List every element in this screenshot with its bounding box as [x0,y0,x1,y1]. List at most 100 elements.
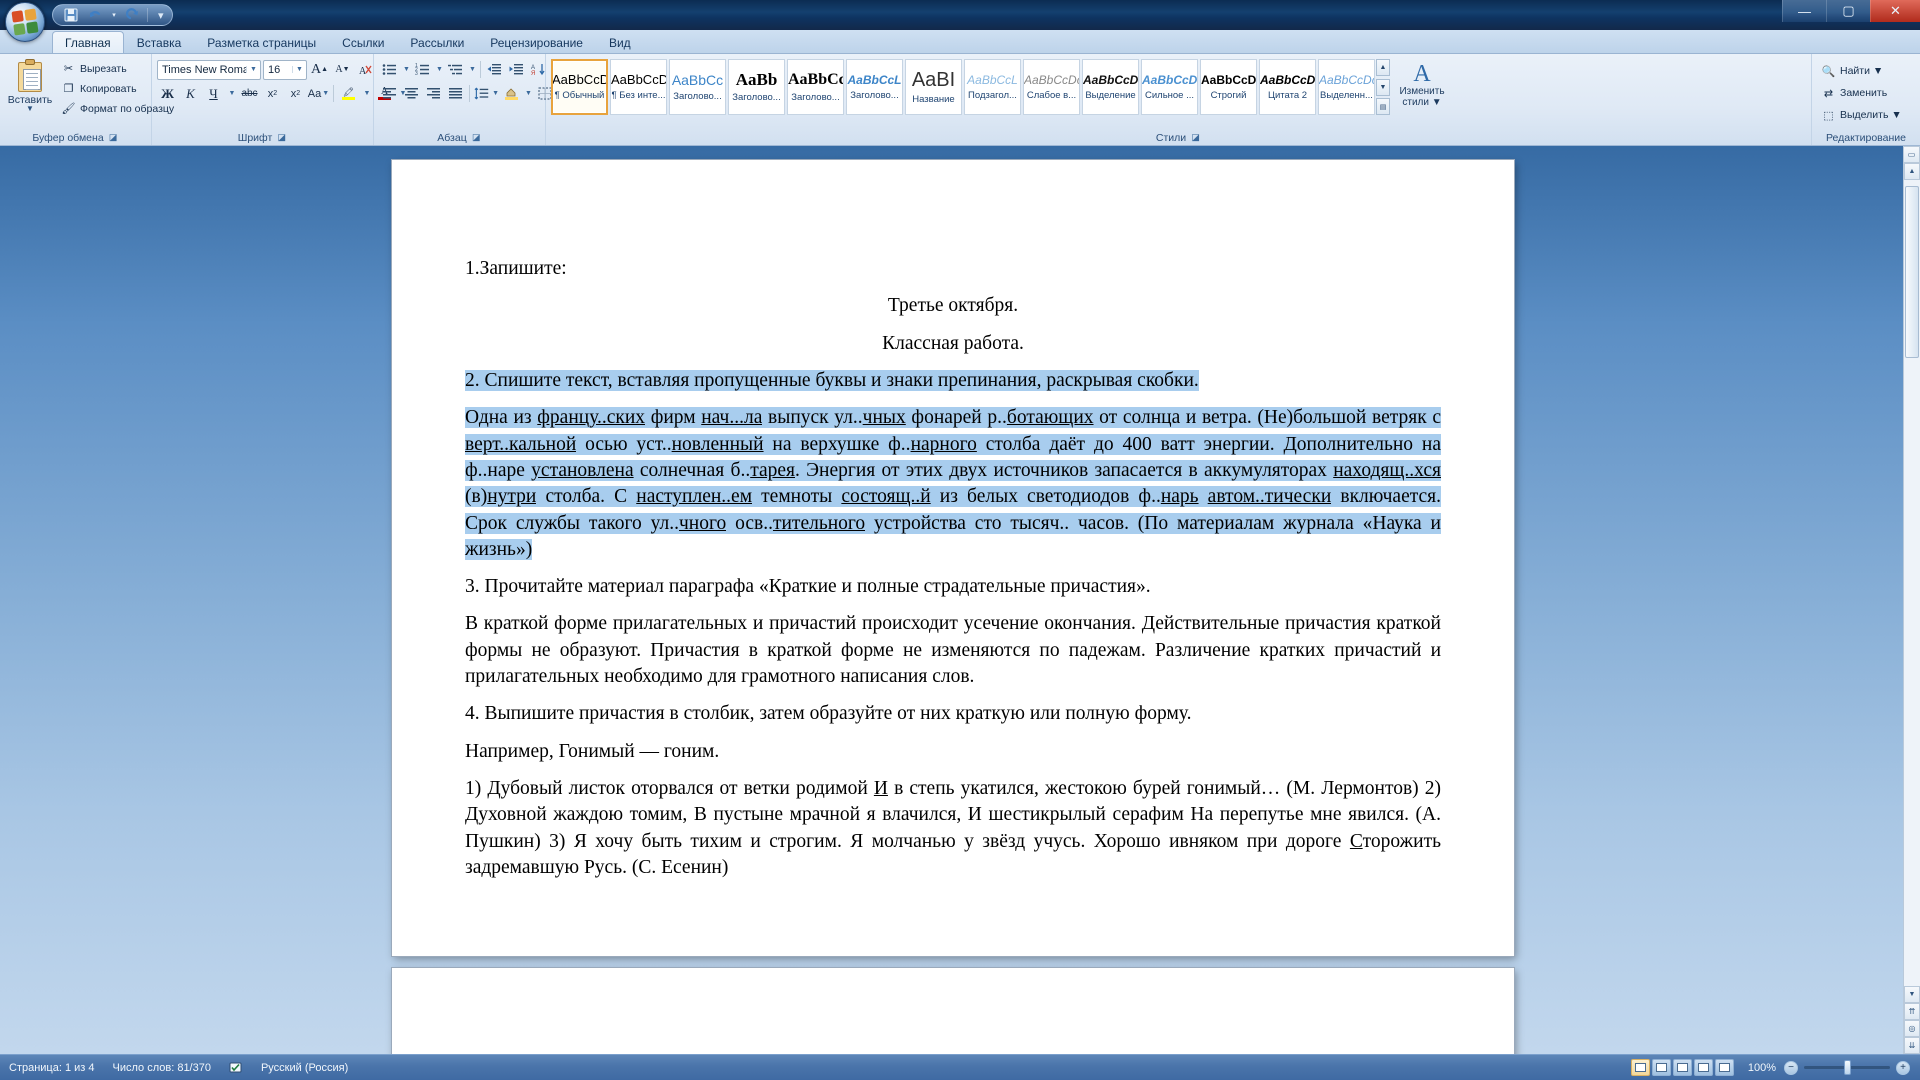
shrink-font-button[interactable]: A ▼ [332,59,353,80]
multilevel-dropdown-icon[interactable]: ▼ [467,59,477,80]
undo-dropdown-icon[interactable]: ▾ [109,6,119,24]
document-paragraph[interactable]: Одна из францу..ских фирм нач...ла выпус… [465,405,1442,563]
zoom-out-button[interactable]: − [1784,1060,1798,1075]
styles-scroll-down-icon[interactable]: ▼ [1376,78,1390,96]
align-center-button[interactable] [401,83,422,104]
font-size-dropdown-icon[interactable]: ▼ [292,66,306,73]
document-paragraph[interactable]: 1.Запишите: [465,256,1441,282]
scrollbar-track[interactable] [1904,180,1920,986]
italic-button[interactable]: К [180,83,201,104]
language-indicator[interactable]: Русский (Россия) [252,1055,357,1080]
styles-scroll-up-icon[interactable]: ▲ [1376,59,1390,76]
redo-icon[interactable] [123,6,143,24]
decrease-indent-button[interactable] [484,59,505,80]
zoom-track[interactable] [1804,1060,1890,1075]
change-case-button[interactable]: Aa ▼ [308,83,329,104]
document-paragraph[interactable]: 3. Прочитайте материал параграфа «Кратки… [465,574,1441,600]
document-paragraph[interactable]: Классная работа. [465,331,1441,357]
zoom-in-button[interactable]: + [1896,1060,1910,1075]
save-icon[interactable] [61,6,81,24]
tab-ссылки[interactable]: Ссылки [329,31,397,53]
proofing-status[interactable] [220,1055,252,1080]
styles-more-icon[interactable]: ▤ [1376,98,1390,115]
style-item[interactable]: AaBbCcL Подзагол... [964,59,1021,115]
document-page-2[interactable] [392,968,1514,1054]
paste-dropdown-icon[interactable]: ▼ [26,105,34,113]
document-paragraph[interactable]: 4. Выпишите причастия в столбик, затем о… [465,701,1441,727]
zoom-level[interactable]: 100% [1740,1062,1784,1074]
tab-вид[interactable]: Вид [596,31,644,53]
tab-рассылки[interactable]: Рассылки [397,31,477,53]
bullets-dropdown-icon[interactable]: ▼ [401,59,411,80]
style-item[interactable]: AaBbCcDc Цитата 2 [1259,59,1316,115]
align-right-button[interactable] [423,83,444,104]
tab-главная[interactable]: Главная [52,31,124,53]
next-page-icon[interactable]: ⇊ [1904,1037,1920,1054]
shading-dropdown-icon[interactable]: ▼ [523,83,533,104]
line-spacing-button[interactable]: ▼ [473,83,500,104]
view-print-layout-button[interactable] [1630,1059,1650,1076]
document-paragraph[interactable]: В краткой форме прилагательных и причаст… [465,611,1441,690]
clear-formatting-button[interactable]: A [355,59,376,80]
highlight-dropdown-icon[interactable]: ▼ [361,83,372,104]
document-body[interactable]: 1.Запишите: Третье октября. Классная работ… [465,256,1442,892]
numbering-button[interactable]: 123 [412,59,433,80]
bold-button[interactable]: Ж [157,83,178,104]
maximize-button[interactable]: ▢ [1826,0,1870,22]
zoom-thumb[interactable] [1844,1060,1851,1075]
style-item[interactable]: AaBb Заголово... [728,59,785,115]
align-left-button[interactable] [379,83,400,104]
ruler-toggle-button[interactable]: ▭ [1903,146,1920,163]
page-indicator[interactable]: Страница: 1 из 4 [0,1055,104,1080]
bullets-button[interactable] [379,59,400,80]
styles-dialog-launcher-icon[interactable]: ◪ [1190,132,1201,143]
text-highlight-button[interactable]: 🖍 [338,83,359,104]
previous-page-icon[interactable]: ⇈ [1904,1003,1920,1020]
close-button[interactable]: ✕ [1870,0,1920,22]
numbering-dropdown-icon[interactable]: ▼ [434,59,444,80]
clipboard-dialog-launcher-icon[interactable]: ◪ [108,132,119,143]
font-size-combo[interactable]: 16 ▼ [263,59,307,80]
font-name-combo[interactable]: Times New Roman ▼ [157,59,261,80]
document-page-1[interactable]: 1.Запишите: Третье октября. Классная работ… [392,160,1514,956]
font-dialog-launcher-icon[interactable]: ◪ [276,132,287,143]
font-name-dropdown-icon[interactable]: ▼ [246,66,260,73]
style-item[interactable]: AaBbCс Заголово... [787,59,844,115]
view-full-screen-reading-button[interactable] [1651,1059,1671,1076]
justify-button[interactable] [445,83,466,104]
undo-icon[interactable] [85,6,105,24]
customize-qat-icon[interactable]: ▾ [158,9,164,22]
vertical-scrollbar[interactable]: ▲ ▼ ⇈ ◎ ⇊ [1903,163,1920,1054]
tab-разметка-страницы[interactable]: Разметка страницы [194,31,329,53]
multilevel-list-button[interactable] [445,59,466,80]
document-paragraph[interactable]: Например, Гонимый — гоним. [465,739,1441,765]
styles-gallery[interactable]: AaBbCcDc¶ ОбычныйAaBbCcD¶ Без инте... AaB… [551,59,1375,115]
tab-рецензирование[interactable]: Рецензирование [477,31,596,53]
view-draft-button[interactable] [1714,1059,1734,1076]
tab-вставка[interactable]: Вставка [124,31,195,53]
style-item[interactable]: AaBbCcDc ¶ Обычный [551,59,608,115]
underline-button[interactable]: Ч [203,83,224,104]
strikethrough-button[interactable]: abc [239,83,260,104]
underline-dropdown-icon[interactable]: ▼ [226,83,237,104]
increase-indent-button[interactable] [506,59,527,80]
office-button[interactable] [5,2,45,42]
editing-cmd-select[interactable]: ⬚ Выделить ▼ [1817,105,1906,125]
minimize-button[interactable]: — [1782,0,1826,22]
style-item[interactable]: AaBbCcD ¶ Без инте... [610,59,667,115]
document-paragraph[interactable]: 2. Спишите текст, вставляя пропущенные б… [465,368,1441,394]
editing-cmd-replace[interactable]: ⇄ Заменить [1817,83,1906,103]
paragraph-dialog-launcher-icon[interactable]: ◪ [471,132,482,143]
style-item[interactable]: AaBbCcDc Выделение [1082,59,1139,115]
document-paragraph[interactable]: Третье октября. [465,293,1441,319]
view-outline-button[interactable] [1693,1059,1713,1076]
scrollbar-thumb[interactable] [1905,186,1919,358]
zoom-slider[interactable]: − + [1784,1060,1920,1075]
shading-button[interactable] [501,83,522,104]
editing-cmd-search[interactable]: 🔍 Найти ▼ [1817,61,1906,81]
change-styles-button[interactable]: A Изменить стили ▼ [1393,59,1451,109]
style-item[interactable]: AaBbCcL Заголово... [846,59,903,115]
style-item[interactable]: AaBI Название [905,59,962,115]
paste-button[interactable]: Вставить ▼ [5,57,55,130]
document-paragraph[interactable]: 1) Дубовый листок оторвался от ветки род… [465,776,1441,881]
